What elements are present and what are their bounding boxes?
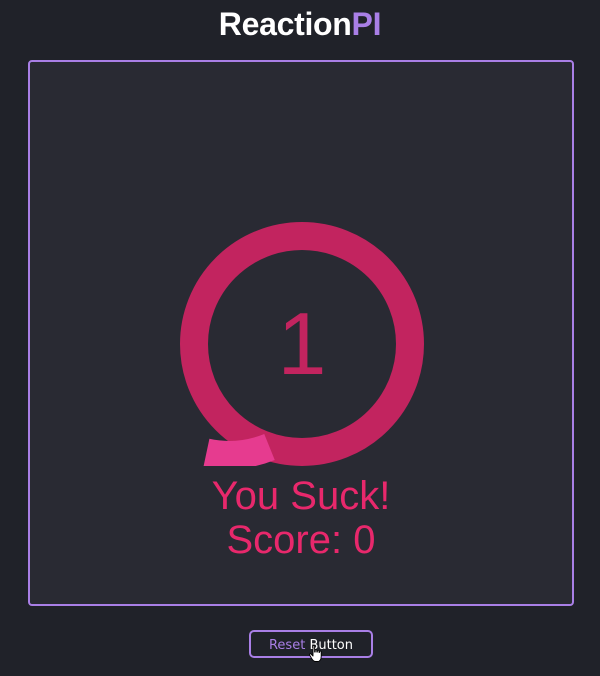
reset-button-word1: Reset [268,638,306,653]
score-label: Score: [226,518,343,562]
countdown-number: 1 [277,294,327,393]
app-title-accent: PI [351,6,382,42]
hand-pointer-icon [309,645,322,662]
score-value: 0 [353,518,376,562]
app-title-main: Reaction [218,6,352,42]
reaction-app: ReactionPI 1 You Suck! Score: 0 Reset Bu… [0,0,600,676]
result-message: You Suck! [211,474,391,518]
app-title: ReactionPI [0,2,600,46]
game-panel[interactable]: 1 You Suck! Score: 0 [28,60,574,606]
score-display: Score: 0 [30,518,572,562]
